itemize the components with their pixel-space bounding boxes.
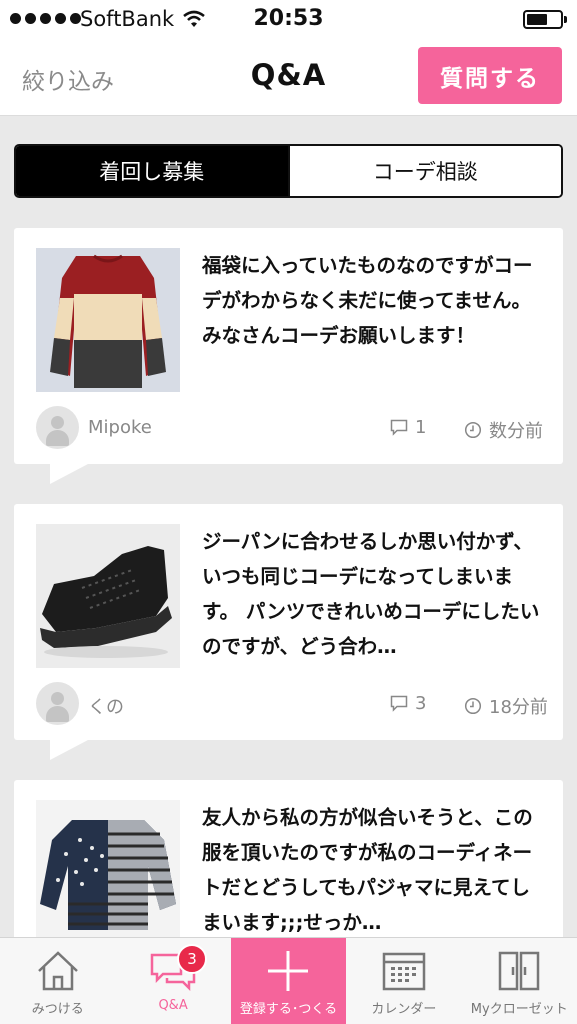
comment-icon (390, 695, 408, 712)
house-icon (37, 951, 78, 991)
question-text: 福袋に入っていたものなのですがコーデがわからなく未だに使ってません。 みなさんコ… (202, 254, 533, 347)
segment-coordinate-recruit[interactable]: 着回し募集 (16, 146, 288, 196)
bottom-tab-bar: みつける 3 Q&A 登録する･つくる カレンダー Myクローゼット (0, 937, 577, 1024)
question-thumbnail (36, 248, 180, 392)
tab-register[interactable]: 登録する･つくる (230, 938, 347, 1024)
comment-count: 1 (390, 417, 426, 438)
clock-icon (464, 697, 482, 715)
comment-count: 3 (390, 693, 426, 714)
question-card[interactable]: 福袋に入っていたものなのですがコーデがわからなく未だに使ってません。 みなさんコ… (14, 228, 563, 484)
question-text: ジーパンに合わせるしか思い付かず、いつも同じコーデになってしまいます。 パンツで… (202, 530, 540, 658)
comment-icon (390, 419, 408, 436)
closet-icon (499, 951, 540, 991)
notification-badge: 3 (177, 944, 208, 974)
tab-my-closet[interactable]: Myクローゼット (462, 938, 577, 1024)
clock: 20:53 (253, 6, 324, 31)
user-avatar (36, 406, 79, 449)
username: くの (88, 697, 124, 718)
clock-icon (464, 421, 482, 439)
tab-qa[interactable]: 3 Q&A (115, 938, 230, 1024)
question-thumbnail (36, 524, 180, 668)
category-segmented-control: 着回し募集 コーデ相談 (14, 144, 563, 198)
posted-time: 18分前 (464, 693, 548, 719)
plus-icon (268, 951, 309, 991)
ask-question-button[interactable]: 質問する (418, 47, 562, 104)
tab-discover[interactable]: みつける (0, 938, 115, 1024)
calendar-icon (382, 952, 426, 991)
battery-icon (523, 10, 567, 29)
question-thumbnail (36, 800, 180, 944)
question-card[interactable]: ジーパンに合わせるしか思い付かず、いつも同じコーデになってしまいます。 パンツで… (14, 504, 563, 760)
user-avatar (36, 682, 79, 725)
username: Mipoke (88, 417, 152, 438)
question-text: 友人から私の方が似合いそうと、この服を頂いたのですが私のコーディネートだとどうし… (202, 806, 533, 934)
segment-coordinate-consult[interactable]: コーデ相談 (287, 146, 561, 196)
nav-header: 絞り込み Q&A 質問する (0, 40, 577, 116)
status-bar: SoftBank 20:53 (0, 0, 577, 40)
tab-calendar[interactable]: カレンダー (346, 938, 461, 1024)
posted-time: 数分前 (464, 417, 543, 443)
